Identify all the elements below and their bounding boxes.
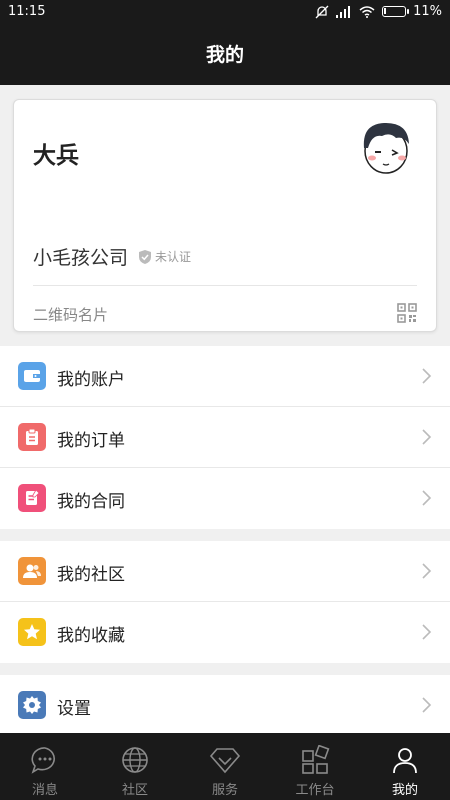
- chevron-right-icon: [422, 624, 432, 640]
- community-people-icon: [18, 557, 46, 585]
- menu-item-orders[interactable]: 我的订单: [0, 407, 450, 468]
- menu-item-account[interactable]: 我的账户: [0, 346, 450, 407]
- message-bubble-icon: [31, 747, 55, 774]
- chevron-right-icon: [422, 429, 432, 445]
- tab-label: 工作台: [295, 783, 335, 798]
- status-bar: 11:15 11%: [0, 0, 450, 26]
- tab-label: 服务: [211, 783, 238, 798]
- user-name: 大兵: [33, 143, 79, 169]
- qr-card-label[interactable]: 二维码名片: [33, 304, 108, 325]
- menu-label: 我的合同: [57, 492, 125, 512]
- signal-icon: [336, 5, 351, 18]
- contract-edit-icon: [18, 484, 46, 512]
- order-clipboard-icon: [18, 423, 46, 451]
- tab-label: 消息: [31, 783, 58, 798]
- menu-group-account: 我的账户 我的订单 我的合同: [0, 346, 450, 529]
- avatar[interactable]: [354, 114, 418, 178]
- tab-label: 我的: [391, 783, 418, 798]
- wifi-icon: [359, 5, 375, 18]
- mute-bell-icon: [315, 5, 329, 18]
- verify-badge: 未认证: [138, 248, 191, 265]
- tab-messages[interactable]: 消息: [0, 733, 90, 800]
- menu-item-settings[interactable]: 设置: [0, 675, 450, 736]
- globe-icon: [122, 747, 148, 773]
- menu-item-favorites[interactable]: 我的收藏: [0, 602, 450, 663]
- tab-workbench[interactable]: 工作台: [270, 733, 360, 800]
- menu-label: 我的收藏: [57, 626, 125, 646]
- chevron-right-icon: [422, 697, 432, 713]
- menu-label: 我的账户: [57, 370, 125, 390]
- verify-status: 未认证: [155, 250, 192, 264]
- tab-me[interactable]: 我的: [360, 733, 450, 800]
- profile-card[interactable]: 大兵 小毛孩公司 未认证 二维码名片: [13, 99, 437, 332]
- chevron-right-icon: [422, 490, 432, 506]
- menu-label: 我的社区: [57, 565, 125, 585]
- chevron-right-icon: [422, 368, 432, 384]
- company-name: 小毛孩公司: [33, 247, 129, 269]
- diamond-icon: [209, 748, 241, 774]
- wallet-icon: [18, 362, 46, 390]
- person-icon: [393, 748, 417, 774]
- battery-icon: [382, 6, 410, 17]
- tab-label: 社区: [121, 783, 148, 798]
- menu-label: 我的订单: [57, 431, 125, 451]
- company-row: 小毛孩公司 未认证: [33, 243, 191, 270]
- menu-group-settings: 设置: [0, 675, 450, 736]
- menu-item-contracts[interactable]: 我的合同: [0, 468, 450, 529]
- menu-label: 设置: [57, 699, 91, 719]
- menu-group-community: 我的社区 我的收藏: [0, 541, 450, 663]
- tab-community[interactable]: 社区: [90, 733, 180, 800]
- favorite-star-icon: [18, 618, 46, 646]
- menu-item-community[interactable]: 我的社区: [0, 541, 450, 602]
- status-time: 11:15: [8, 4, 46, 19]
- shield-icon: [139, 249, 152, 264]
- workbench-grid-icon: [302, 745, 330, 774]
- card-divider: [33, 285, 417, 286]
- settings-gear-icon: [18, 691, 46, 719]
- page-title: 我的: [0, 26, 450, 85]
- tab-services[interactable]: 服务: [180, 733, 270, 800]
- battery-percent: 11%: [413, 4, 442, 19]
- chevron-right-icon: [422, 563, 432, 579]
- bottom-tab-bar: 消息 社区 服务 工作台 我的: [0, 733, 450, 800]
- qr-code-icon[interactable]: [397, 303, 417, 323]
